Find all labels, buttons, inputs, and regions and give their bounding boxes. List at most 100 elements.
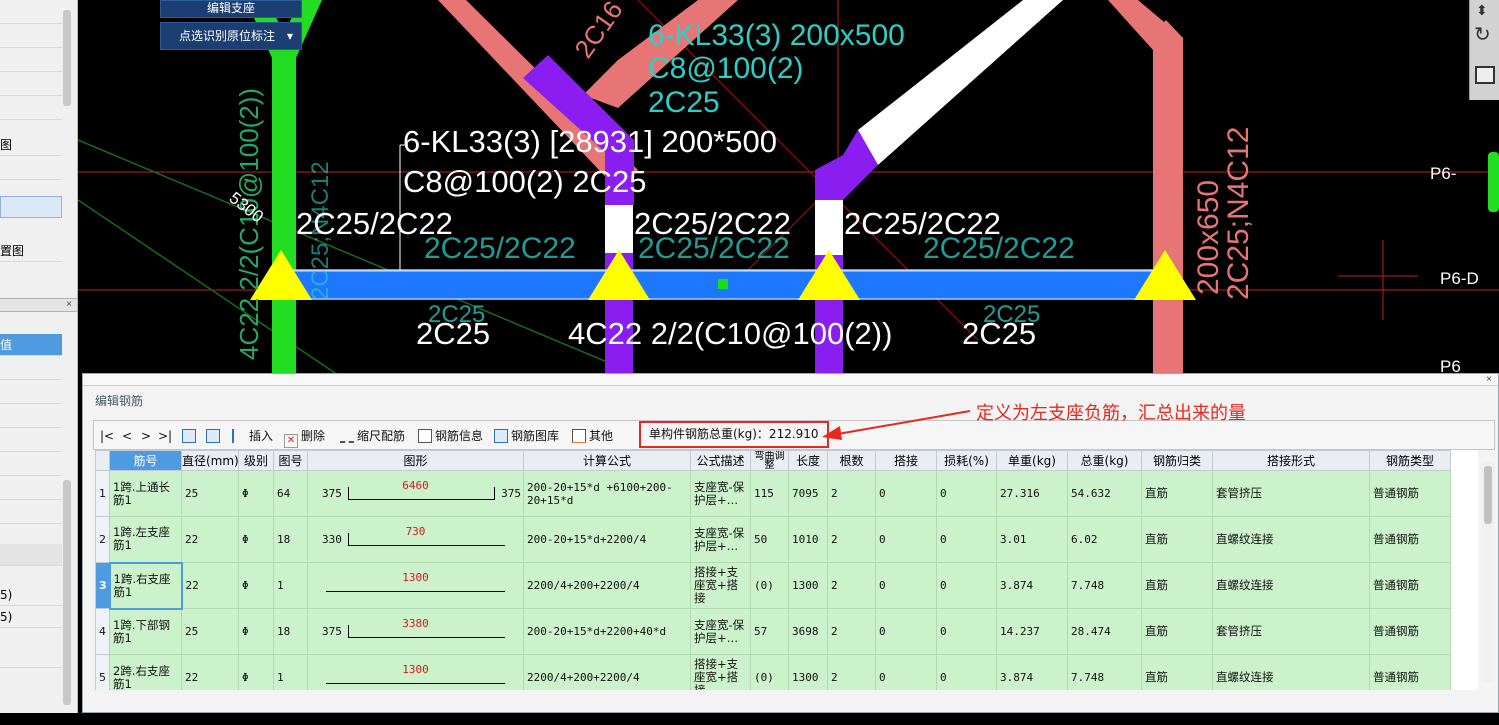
scale-rebar-button[interactable]: 缩尺配筋 (340, 426, 405, 446)
cell-diameter[interactable]: 22 (181, 562, 239, 609)
cell-loss[interactable]: 0 (936, 516, 997, 563)
cell-lap[interactable]: 0 (875, 608, 937, 655)
left-row[interactable]: 5) (0, 606, 62, 628)
cell-length[interactable]: 1300 (788, 654, 828, 690)
cell-unit-weight[interactable]: 3.874 (996, 562, 1068, 609)
cell-formula[interactable]: 200-20+15*d+2200+40*d (523, 608, 691, 655)
cell-total-weight[interactable]: 6.02 (1067, 516, 1142, 563)
left-row[interactable] (0, 98, 62, 120)
cell-lap[interactable]: 0 (875, 654, 937, 690)
cell-lap-form[interactable]: 套管挤压 (1212, 608, 1370, 655)
cell-count[interactable]: 2 (827, 516, 876, 563)
left-row-layout[interactable]: 置图 (0, 240, 62, 262)
left-row[interactable] (0, 478, 62, 500)
left-row[interactable] (0, 26, 62, 48)
column-header[interactable]: 筋号 (109, 450, 182, 471)
cell-formula[interactable]: 200-20+15*d+2200/4 (523, 516, 691, 563)
column-header[interactable]: 钢筋类型 (1369, 450, 1451, 471)
cell-grade[interactable]: Φ (238, 470, 274, 517)
cell-rebar-type[interactable]: 普通钢筋 (1369, 470, 1451, 517)
column-header[interactable]: 计算公式 (523, 450, 691, 471)
cell-diameter[interactable]: 22 (181, 516, 239, 563)
cell-grade[interactable]: Φ (238, 654, 274, 690)
cell-lap[interactable]: 0 (875, 562, 937, 609)
column-header[interactable]: 长度 (788, 450, 828, 471)
left-row-group[interactable] (0, 544, 62, 566)
cell-grade[interactable]: Φ (238, 608, 274, 655)
cell-unit-weight[interactable]: 3.874 (996, 654, 1068, 690)
cell-shape[interactable]: 375 6460 375 (307, 470, 524, 517)
cell-bend-adjust[interactable]: (0) (750, 562, 789, 609)
left-row[interactable]: 5) (0, 584, 62, 606)
cell-formula-desc[interactable]: 支座宽-保护层+… (690, 608, 751, 655)
cell-formula-desc[interactable]: 支座宽-保护层+… (690, 516, 751, 563)
pan-icon[interactable]: ⬍ (1476, 2, 1488, 19)
column-header[interactable]: 搭接形式 (1212, 450, 1370, 471)
cell-diameter[interactable]: 22 (181, 654, 239, 690)
cell-figure-no[interactable]: 64 (273, 470, 308, 517)
left-row[interactable] (0, 358, 62, 380)
cell-count[interactable]: 2 (827, 470, 876, 517)
cell-shape[interactable]: 375 3380 (307, 608, 524, 655)
left-scrollbar-thumb[interactable] (63, 480, 71, 705)
cell-bend-adjust[interactable]: 57 (750, 608, 789, 655)
cell-rebar-type[interactable]: 普通钢筋 (1369, 654, 1451, 690)
left-row-selected[interactable]: 值 (0, 334, 62, 356)
row-number[interactable]: 2 (95, 516, 110, 563)
cell-category[interactable]: 直筋 (1141, 470, 1213, 517)
cell-lap[interactable]: 0 (875, 516, 937, 563)
cell-formula-desc[interactable]: 搭接+支座宽+搭接 (690, 654, 751, 690)
cell-rebar-type[interactable]: 普通钢筋 (1369, 562, 1451, 609)
cell-formula-desc[interactable]: 支座宽-保护层+… (690, 470, 751, 517)
table-row[interactable]: 2 1跨.左支座筋1 22 Φ 18 330 730 200-20+15*d+2200/4 支座… (95, 516, 1451, 563)
table-scrollbar[interactable] (1482, 462, 1494, 682)
row-number[interactable]: 4 (95, 608, 110, 655)
cell-category[interactable]: 直筋 (1141, 562, 1213, 609)
left-row[interactable] (0, 74, 62, 96)
prev-record-button[interactable]: < (122, 426, 132, 446)
cell-rebar-type[interactable]: 普通钢筋 (1369, 516, 1451, 563)
cell-length[interactable]: 1300 (788, 562, 828, 609)
first-record-button[interactable]: |< (100, 426, 114, 446)
cell-count[interactable]: 2 (827, 608, 876, 655)
column-header[interactable]: 单重(kg) (996, 450, 1068, 471)
rebar-info-button[interactable]: 钢筋信息 (418, 426, 483, 446)
cell-total-weight[interactable]: 28.474 (1067, 608, 1142, 655)
table-row[interactable]: 5 2跨.右支座筋1 22 Φ 1 1300 2200/4+200+2200/4 搭接+支座宽… (95, 654, 1451, 690)
cell-formula[interactable]: 2200/4+200+2200/4 (523, 562, 691, 609)
cell-grade[interactable]: Φ (238, 516, 274, 563)
left-row[interactable] (0, 2, 62, 24)
table-row[interactable]: 4 1跨.下部钢筋1 25 Φ 18 375 3380 200-20+15*d+2200+40… (95, 608, 1451, 655)
last-record-button[interactable]: >| (158, 426, 172, 446)
cell-rebar-name[interactable]: 2跨.右支座筋1 (109, 654, 182, 690)
cell-loss[interactable]: 0 (936, 608, 997, 655)
column-header[interactable]: 总重(kg) (1067, 450, 1142, 471)
column-header[interactable]: 根数 (827, 450, 876, 471)
cell-unit-weight[interactable]: 14.237 (996, 608, 1068, 655)
cell-diameter[interactable]: 25 (181, 470, 239, 517)
close-icon[interactable]: × (66, 299, 72, 310)
cell-bend-adjust[interactable]: 50 (750, 516, 789, 563)
cell-category[interactable]: 直筋 (1141, 516, 1213, 563)
cell-loss[interactable]: 0 (936, 654, 997, 690)
cell-rebar-name[interactable]: 1跨.右支座筋1 (108, 561, 183, 610)
cell-bend-adjust[interactable]: 115 (750, 470, 789, 517)
delete-button[interactable]: ✕ 删除 (284, 426, 325, 448)
cell-figure-no[interactable]: 18 (273, 516, 308, 563)
close-icon[interactable]: × (1486, 374, 1492, 385)
left-scrollbar-thumb[interactable] (63, 10, 71, 106)
cell-count[interactable]: 2 (827, 562, 876, 609)
column-header[interactable]: 直径(mm) (181, 450, 239, 471)
cell-rebar-name[interactable]: 1跨.上通长筋1 (109, 470, 182, 517)
column-header[interactable]: 钢筋归类 (1141, 450, 1213, 471)
cell-lap-form[interactable]: 直螺纹连接 (1212, 562, 1370, 609)
cell-shape[interactable]: 1300 (307, 562, 524, 609)
cell-bend-adjust[interactable]: (0) (750, 654, 789, 690)
cell-total-weight[interactable]: 7.748 (1067, 562, 1142, 609)
rebar-library-button[interactable]: 钢筋图库 (494, 426, 559, 446)
cell-unit-weight[interactable]: 3.01 (996, 516, 1068, 563)
cell-length[interactable]: 3698 (788, 608, 828, 655)
table-row[interactable]: 1 1跨.上通长筋1 25 Φ 64 375 6460 375 200-20+15*d +610… (95, 470, 1451, 517)
cell-figure-no[interactable]: 1 (273, 654, 308, 690)
cell-rebar-name[interactable]: 1跨.左支座筋1 (109, 516, 182, 563)
